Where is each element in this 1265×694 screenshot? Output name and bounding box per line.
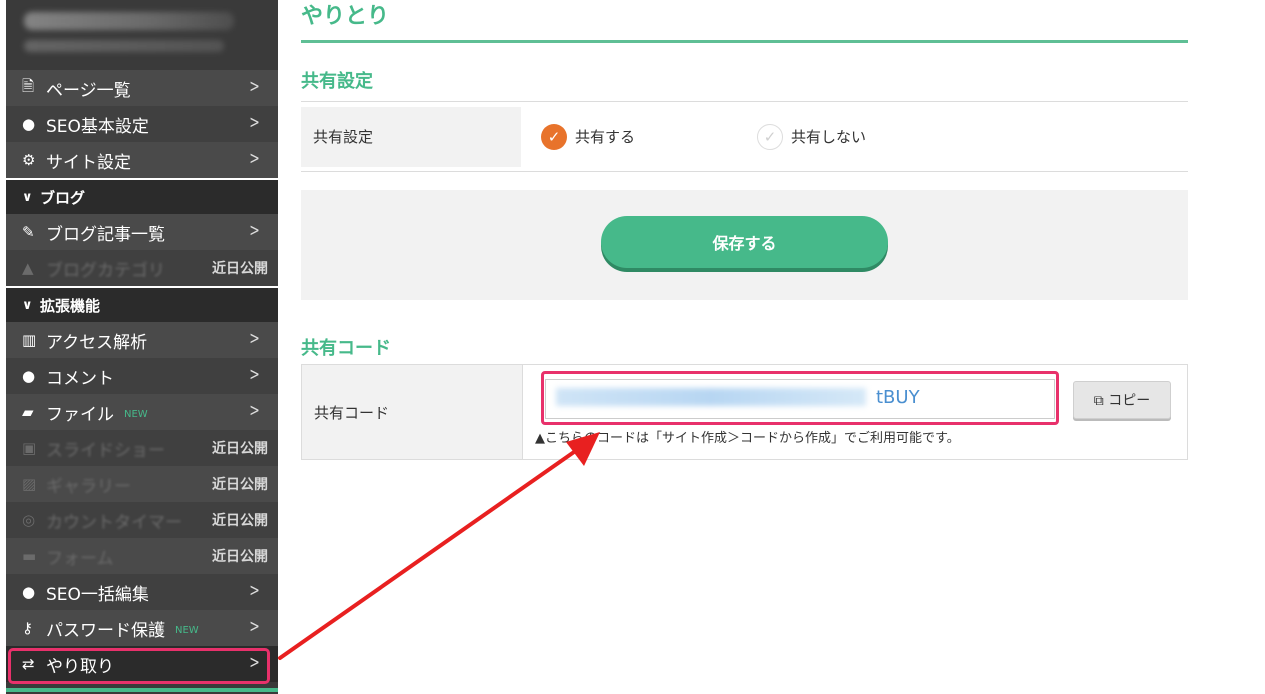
chevron-right-icon: > <box>249 400 260 421</box>
page-icon: 🗎 <box>22 76 35 95</box>
coming-soon-badge: 近日公開 <box>212 513 268 529</box>
sidebar-item-label: やり取り <box>46 656 114 677</box>
active-indicator <box>6 688 278 692</box>
chevron-right-icon: > <box>249 112 260 133</box>
sidebar-item-ext-8[interactable]: ⚷ パスワード保護 NEW > <box>6 610 278 646</box>
gallery-icon: ▨ <box>22 475 37 493</box>
chevron-right-icon: > <box>249 652 260 673</box>
copy-button-label: コピー <box>1108 393 1151 409</box>
coming-soon-badge: 近日公開 <box>212 261 268 277</box>
check-icon: ✓ <box>757 123 784 150</box>
group-extensions[interactable]: ∨ 拡張機能 <box>6 286 278 322</box>
share-off-label: 共有しない <box>791 128 867 146</box>
chevron-down-icon: ∨ <box>22 189 33 205</box>
sidebar-item-ext-6: ▬ フォーム 近日公開 <box>6 538 278 574</box>
share-code-table: 共有コード tBUY ⧉ コピー ▲こちらのコードは「サイト作成＞コードから作成… <box>301 364 1188 460</box>
form-icon: ▬ <box>22 547 37 565</box>
check-icon: ✓ <box>541 123 567 150</box>
group-extensions-label: 拡張機能 <box>40 296 101 315</box>
sidebar-item-ext-4: ▨ ギャラリー 近日公開 <box>6 466 278 502</box>
title-divider <box>301 40 1188 43</box>
sidebar-item-ext-3: ▣ スライドショー 近日公開 <box>6 430 278 466</box>
code-blurred <box>556 388 866 406</box>
sidebar-item-label: スライドショー <box>46 440 165 461</box>
sidebar-item-ext-1[interactable]: ● コメント > <box>6 358 278 394</box>
key-icon: ⚷ <box>22 619 33 637</box>
sidebar-item-top-0[interactable]: 🗎 ページ一覧 > <box>6 70 278 106</box>
sidebar: 🗎 ページ一覧 > ● SEO基本設定 > ⚙ サイト設定 > ∨ ブログ ✎ ブログ記事一覧 > ▲… <box>6 0 278 694</box>
gear-icon: ⚙ <box>22 151 36 169</box>
code-suffix: tBUY <box>876 387 920 408</box>
arrow-line <box>278 450 576 660</box>
sidebar-item-label: アクセス解析 <box>46 332 148 353</box>
sidebar-item-label: ブログ記事一覧 <box>46 224 165 245</box>
share-on-label: 共有する <box>575 128 636 146</box>
sidebar-item-label: サイト設定 <box>46 152 131 173</box>
sidebar-item-blog-0[interactable]: ✎ ブログ記事一覧 > <box>6 214 278 250</box>
sidebar-item-ext-9[interactable]: ⇄ やり取り > <box>6 646 278 682</box>
globe-icon: ● <box>22 115 36 133</box>
new-badge: NEW <box>175 624 199 636</box>
coming-soon-badge: 近日公開 <box>212 549 268 565</box>
slideshow-icon: ▣ <box>22 439 37 457</box>
sidebar-item-label: パスワード保護 <box>46 620 165 641</box>
save-panel: 保存する <box>301 190 1188 300</box>
share-section-title: 共有設定 <box>301 71 373 92</box>
sidebar-item-ext-7[interactable]: ● SEO一括編集 > <box>6 574 278 610</box>
share-setting-row: 共有設定 ✓ 共有する ✓ 共有しない <box>301 102 1188 172</box>
main-content: やりとり 共有設定 共有設定 ✓ 共有する ✓ 共有しない 保存する 共有コード… <box>301 0 1188 460</box>
copy-button[interactable]: ⧉ コピー <box>1073 381 1171 419</box>
sidebar-item-top-2[interactable]: ⚙ サイト設定 > <box>6 142 278 178</box>
chart-icon: ▥ <box>22 331 37 349</box>
sidebar-item-label: コメント <box>46 368 114 389</box>
chevron-right-icon: > <box>249 148 260 169</box>
sidebar-item-blog-1: ▲ ブログカテゴリ 近日公開 <box>6 250 278 286</box>
sidebar-item-label: SEO一括編集 <box>46 584 149 605</box>
save-button[interactable]: 保存する <box>601 216 888 268</box>
share-off-radio[interactable]: ✓ 共有しない <box>757 123 867 150</box>
share-setting-label: 共有設定 <box>301 106 521 167</box>
chevron-right-icon: > <box>249 580 260 601</box>
coming-soon-badge: 近日公開 <box>212 441 268 457</box>
chevron-right-icon: > <box>249 76 260 97</box>
globe-icon: ● <box>22 583 36 601</box>
sidebar-item-label: ブログカテゴリ <box>46 260 165 281</box>
share-code-input[interactable]: tBUY <box>545 379 1055 419</box>
site-url-blurred <box>24 40 224 52</box>
new-badge: NEW <box>124 408 148 420</box>
share-code-label: 共有コード <box>302 365 523 459</box>
sidebar-item-label: フォーム <box>46 548 114 569</box>
chevron-right-icon: > <box>249 364 260 385</box>
comment-icon: ● <box>22 367 36 385</box>
coming-soon-badge: 近日公開 <box>212 477 268 493</box>
sidebar-item-label: ファイル <box>46 404 114 425</box>
sidebar-item-label: カウントタイマー <box>46 512 182 533</box>
code-note: ▲こちらのコードは「サイト作成＞コードから作成」でご利用可能です。 <box>535 431 960 446</box>
page-title: やりとり <box>301 4 390 29</box>
sidebar-item-ext-2[interactable]: ▰ ファイル NEW > <box>6 394 278 430</box>
chevron-down-icon: ∨ <box>22 297 33 313</box>
sidebar-item-label: ギャラリー <box>46 476 131 497</box>
sidebar-item-label: ページ一覧 <box>46 80 131 101</box>
edit-icon: ✎ <box>22 223 35 241</box>
share-code-cell: tBUY ⧉ コピー ▲こちらのコードは「サイト作成＞コードから作成」でご利用可… <box>523 365 1187 459</box>
site-header <box>6 0 278 70</box>
sidebar-item-top-1[interactable]: ● SEO基本設定 > <box>6 106 278 142</box>
sidebar-item-ext-0[interactable]: ▥ アクセス解析 > <box>6 322 278 358</box>
copy-icon: ⧉ <box>1093 393 1104 409</box>
category-icon: ▲ <box>22 259 34 277</box>
group-blog[interactable]: ∨ ブログ <box>6 178 278 214</box>
code-section-title: 共有コード <box>301 338 391 359</box>
share-on-radio[interactable]: ✓ 共有する <box>541 123 636 150</box>
chevron-right-icon: > <box>249 616 260 637</box>
exchange-icon: ⇄ <box>22 655 35 673</box>
sidebar-item-label: SEO基本設定 <box>46 116 149 137</box>
group-blog-label: ブログ <box>40 188 86 207</box>
folder-icon: ▰ <box>22 403 34 421</box>
chevron-right-icon: > <box>249 220 260 241</box>
timer-icon: ◎ <box>22 511 36 529</box>
site-name-blurred <box>24 12 234 30</box>
chevron-right-icon: > <box>249 328 260 349</box>
sidebar-item-ext-5: ◎ カウントタイマー 近日公開 <box>6 502 278 538</box>
